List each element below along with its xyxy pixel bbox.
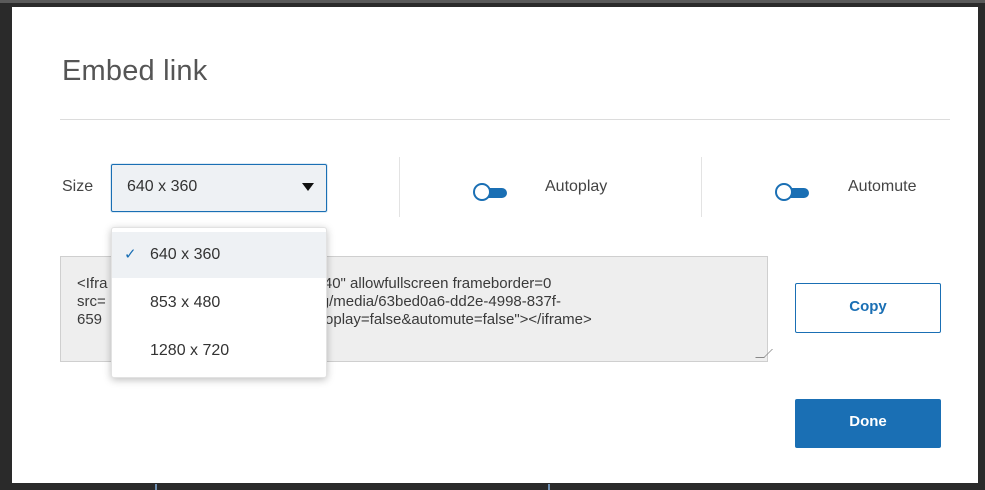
toggle-knob bbox=[473, 183, 491, 201]
size-label: Size bbox=[62, 178, 94, 195]
automute-label: Automute bbox=[848, 178, 917, 195]
automute-toggle[interactable] bbox=[775, 183, 809, 201]
size-option-640x360[interactable]: ✓ 640 x 360 bbox=[112, 232, 326, 278]
backdrop-line bbox=[0, 0, 985, 3]
resize-grip-icon[interactable] bbox=[755, 349, 773, 358]
toggle-knob bbox=[775, 183, 793, 201]
embed-fragment: src= bbox=[77, 293, 106, 310]
chevron-down-icon bbox=[302, 183, 314, 191]
size-option-label: 1280 x 720 bbox=[150, 342, 230, 359]
done-button[interactable]: Done bbox=[795, 399, 941, 448]
embed-fragment: 659 bbox=[77, 311, 103, 328]
embed-fragment: oplay=false&automute=false"></iframe> bbox=[325, 311, 592, 328]
embed-link-modal: Embed link Size 640 x 360 Autoplay Autom… bbox=[12, 7, 978, 483]
size-option-1280x720[interactable]: 1280 x 720 bbox=[112, 328, 326, 374]
separator bbox=[399, 157, 400, 217]
check-icon: ✓ bbox=[124, 246, 137, 263]
size-select-value: 640 x 360 bbox=[127, 178, 198, 195]
embed-fragment: g/media/63bed0a6-dd2e-4998-837f- bbox=[320, 293, 561, 310]
separator bbox=[701, 157, 702, 217]
embed-fragment: ="640" allowfullscreen frameborder=0 bbox=[301, 275, 552, 292]
backdrop-line bbox=[155, 484, 157, 490]
autoplay-label: Autoplay bbox=[545, 178, 608, 195]
size-option-label: 853 x 480 bbox=[150, 294, 221, 311]
copy-button[interactable]: Copy bbox=[795, 283, 941, 333]
size-select[interactable]: 640 x 360 bbox=[111, 164, 327, 212]
embed-fragment: <Ifra bbox=[77, 275, 108, 292]
size-dropdown-menu: ✓ 640 x 360 853 x 480 1280 x 720 bbox=[111, 227, 327, 378]
size-option-label: 640 x 360 bbox=[150, 246, 221, 263]
modal-title: Embed link bbox=[62, 55, 208, 87]
autoplay-toggle[interactable] bbox=[473, 183, 507, 201]
size-option-853x480[interactable]: 853 x 480 bbox=[112, 280, 326, 326]
title-divider bbox=[60, 119, 950, 120]
backdrop-line bbox=[548, 484, 550, 490]
